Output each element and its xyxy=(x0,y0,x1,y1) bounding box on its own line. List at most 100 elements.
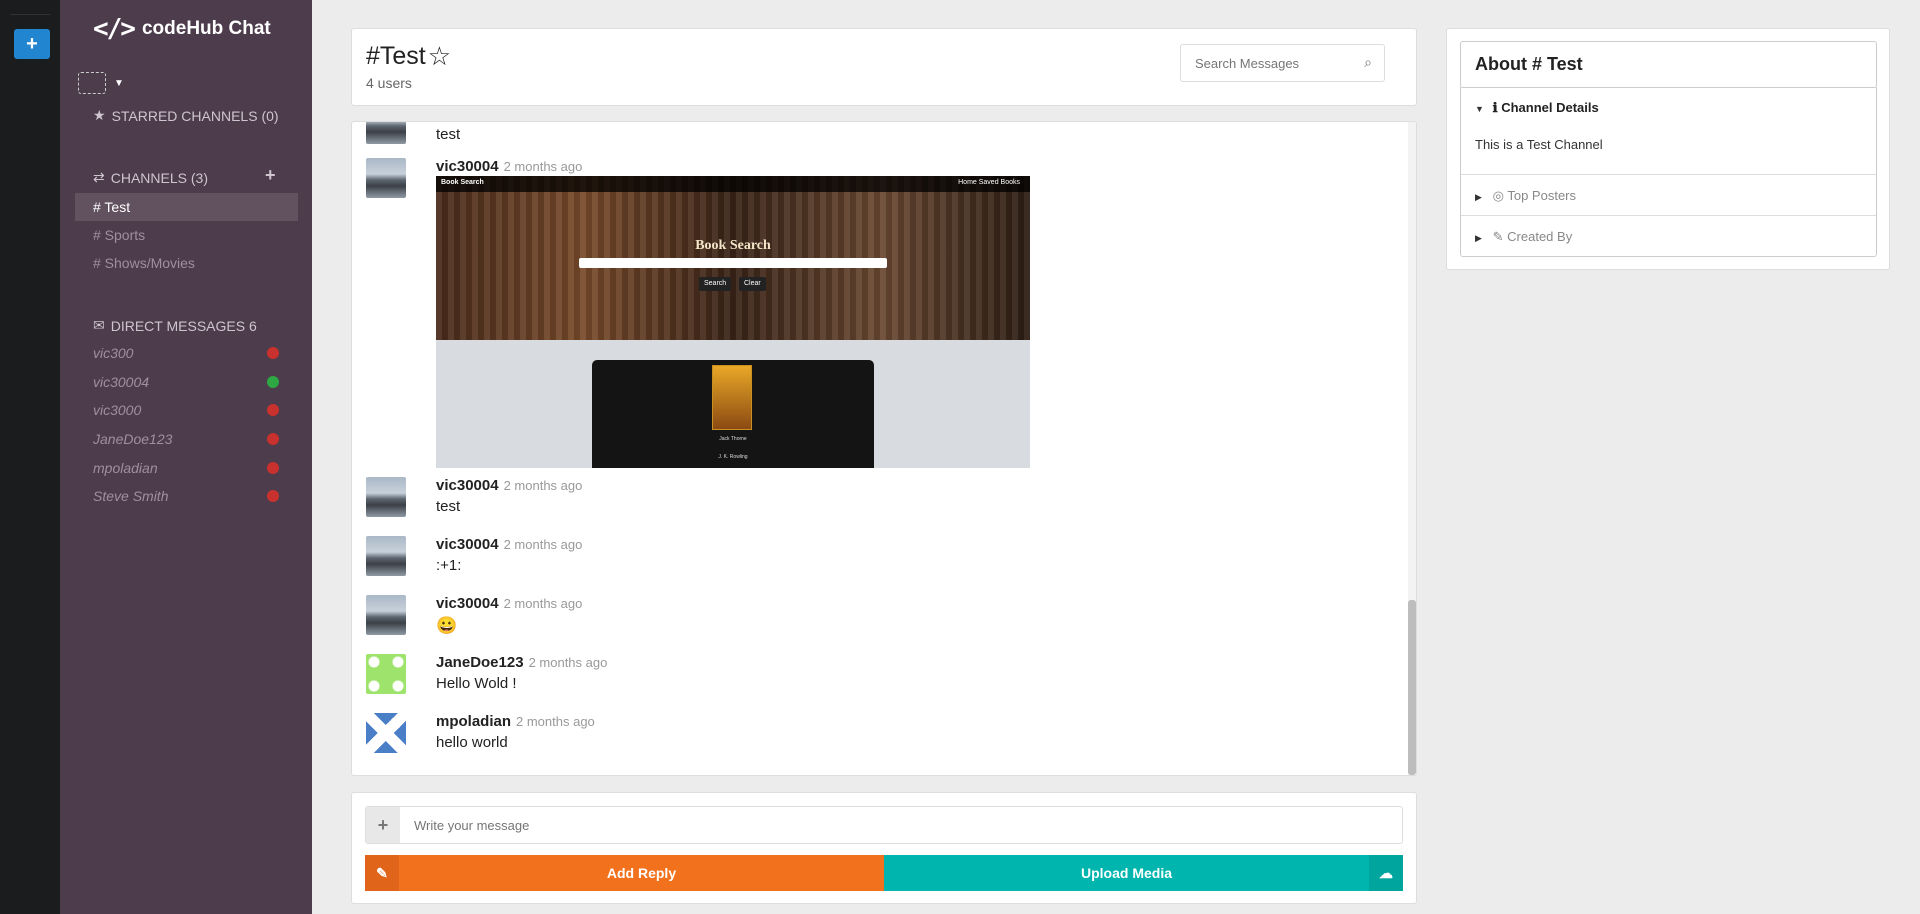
dm-item[interactable]: mpoladian xyxy=(93,460,279,476)
search-icon[interactable]: ⌕ xyxy=(1364,54,1372,71)
message-input[interactable] xyxy=(400,807,1402,843)
search-input[interactable] xyxy=(1181,45,1341,81)
app-rail: + xyxy=(0,0,60,914)
status-dot xyxy=(267,404,279,416)
message-author[interactable]: JaneDoe123 2 months ago xyxy=(436,654,607,671)
user-avatar xyxy=(78,72,106,94)
dm-name: vic30004 xyxy=(93,374,150,390)
avatar[interactable] xyxy=(366,536,406,576)
avatar[interactable] xyxy=(366,477,406,517)
add-reply-button[interactable]: ✎ Add Reply xyxy=(365,855,884,891)
cloud-upload-icon: ☁ xyxy=(1369,855,1403,891)
user-menu[interactable]: ▼ xyxy=(78,72,124,94)
pencil-icon: ✎ xyxy=(1492,229,1504,244)
message-author[interactable]: vic30004 2 months ago xyxy=(436,595,582,612)
caret-right-icon: ▶ xyxy=(1475,233,1482,243)
media-search-button: Search xyxy=(699,277,732,291)
add-attachment-button[interactable]: + xyxy=(366,807,400,843)
message-time: 2 months ago xyxy=(528,655,608,670)
info-icon: ℹ xyxy=(1492,100,1498,115)
message-text: :+1: xyxy=(436,557,462,574)
emoji-smile-icon: 😀 xyxy=(436,616,458,635)
edit-icon: ✎ xyxy=(365,855,399,891)
dm-name: mpoladian xyxy=(93,460,158,476)
star-outline-icon[interactable]: ☆ xyxy=(428,41,451,72)
book-author: J. K. Rowling xyxy=(718,454,748,460)
message-author[interactable]: mpoladian 2 months ago xyxy=(436,713,595,730)
user-count: 4 users xyxy=(366,75,412,91)
created-by-section[interactable]: ▶ ✎ Created By xyxy=(1461,216,1876,257)
channel-details-header[interactable]: ▼ ℹ Channel Details xyxy=(1461,100,1599,116)
dm-item[interactable]: JaneDoe123 xyxy=(93,431,279,447)
message-author[interactable]: vic30004 2 months ago xyxy=(436,536,582,553)
upload-media-button[interactable]: Upload Media ☁ xyxy=(884,855,1403,891)
avatar[interactable] xyxy=(366,158,406,198)
avatar[interactable] xyxy=(366,713,406,753)
message-list: test vic30004 2 months ago Book Search Ho… xyxy=(351,121,1417,776)
message-time: 2 months ago xyxy=(516,714,595,729)
direct-messages-label: DIRECT MESSAGES 6 xyxy=(110,317,257,334)
about-panel: About # Test ▼ ℹ Channel Details This is… xyxy=(1446,28,1890,270)
dm-item[interactable]: vic30004 xyxy=(93,374,279,390)
top-posters-section[interactable]: ▶ ◎ Top Posters xyxy=(1461,175,1876,216)
app-name: codeHub Chat xyxy=(141,18,271,39)
rail-divider xyxy=(10,14,50,15)
status-dot xyxy=(267,347,279,359)
channel-details-section: ▼ ℹ Channel Details This is a Test Chann… xyxy=(1461,87,1876,175)
avatar[interactable] xyxy=(366,122,406,144)
status-dot xyxy=(267,490,279,502)
message-time: 2 months ago xyxy=(503,159,583,174)
add-reply-label: Add Reply xyxy=(606,865,677,881)
starred-channels-header: ★ STARRED CHANNELS (0) xyxy=(93,107,279,124)
message-time: 2 months ago xyxy=(503,596,583,611)
about-title: About # Test xyxy=(1460,41,1877,88)
code-logo-icon: </> xyxy=(93,14,136,44)
channel-description: This is a Test Channel xyxy=(1475,137,1603,152)
channels-header: ⇄ CHANNELS (3) + xyxy=(93,165,293,186)
user-circle-icon: ◎ xyxy=(1492,188,1504,203)
avatar[interactable] xyxy=(366,654,406,694)
channel-item-shows-movies[interactable]: # Shows/Movies xyxy=(75,249,298,277)
message-text: hello world xyxy=(436,734,508,751)
scrollbar-thumb[interactable] xyxy=(1408,600,1416,775)
dm-name: Steve Smith xyxy=(93,488,169,504)
message-time: 2 months ago xyxy=(503,537,583,552)
starred-channels-label: STARRED CHANNELS (0) xyxy=(111,107,279,124)
dm-item[interactable]: vic300 xyxy=(93,345,279,361)
media-navbar: Book Search Home Saved Books xyxy=(436,176,1030,192)
dm-item[interactable]: Steve Smith xyxy=(93,488,279,504)
channel-header: #Test ☆ 4 users ⌕ xyxy=(351,28,1417,106)
scrollbar[interactable] xyxy=(1408,122,1416,775)
chevron-down-icon: ▼ xyxy=(114,77,124,89)
sidebar: </> codeHub Chat ▼ ★ STARRED CHANNELS (0… xyxy=(60,0,312,914)
channel-accordion: ▼ ℹ Channel Details This is a Test Chann… xyxy=(1460,87,1877,257)
exchange-icon: ⇄ xyxy=(93,169,105,185)
message-composer: + ✎ Add Reply Upload Media ☁ xyxy=(351,792,1417,904)
avatar[interactable] xyxy=(366,595,406,635)
message-input-wrap: + xyxy=(365,806,1403,844)
media-clear-button: Clear xyxy=(739,277,766,291)
page-title: #Test ☆ xyxy=(366,41,451,72)
direct-messages-header: ✉ DIRECT MESSAGES 6 xyxy=(93,317,257,334)
brand: </> codeHub Chat xyxy=(93,14,271,44)
message-text: test xyxy=(436,126,461,143)
caret-right-icon: ▶ xyxy=(1475,192,1482,202)
book-title: Jack Thorne xyxy=(719,436,747,442)
book-cover xyxy=(712,365,752,430)
message-author[interactable]: vic30004 2 months ago xyxy=(436,158,582,175)
add-channel-icon[interactable]: + xyxy=(265,165,276,186)
media-book-card: Jack Thorne J. K. Rowling xyxy=(592,360,874,468)
message-author[interactable]: vic30004 2 months ago xyxy=(436,477,582,494)
star-icon: ★ xyxy=(93,107,106,123)
media-search-bar xyxy=(579,258,887,268)
media-attachment[interactable]: Book Search Home Saved Books Book Search… xyxy=(436,176,1030,468)
channel-item-sports[interactable]: # Sports xyxy=(75,221,298,249)
dm-item[interactable]: vic3000 xyxy=(93,402,279,418)
add-channel-button[interactable]: + xyxy=(14,29,50,59)
channel-name: #Test xyxy=(366,42,426,70)
dm-name: vic300 xyxy=(93,345,134,361)
channel-details-label: Channel Details xyxy=(1501,100,1599,115)
status-dot xyxy=(267,376,279,388)
channels-label: CHANNELS (3) xyxy=(110,169,208,186)
channel-item-test[interactable]: # Test xyxy=(75,193,298,221)
